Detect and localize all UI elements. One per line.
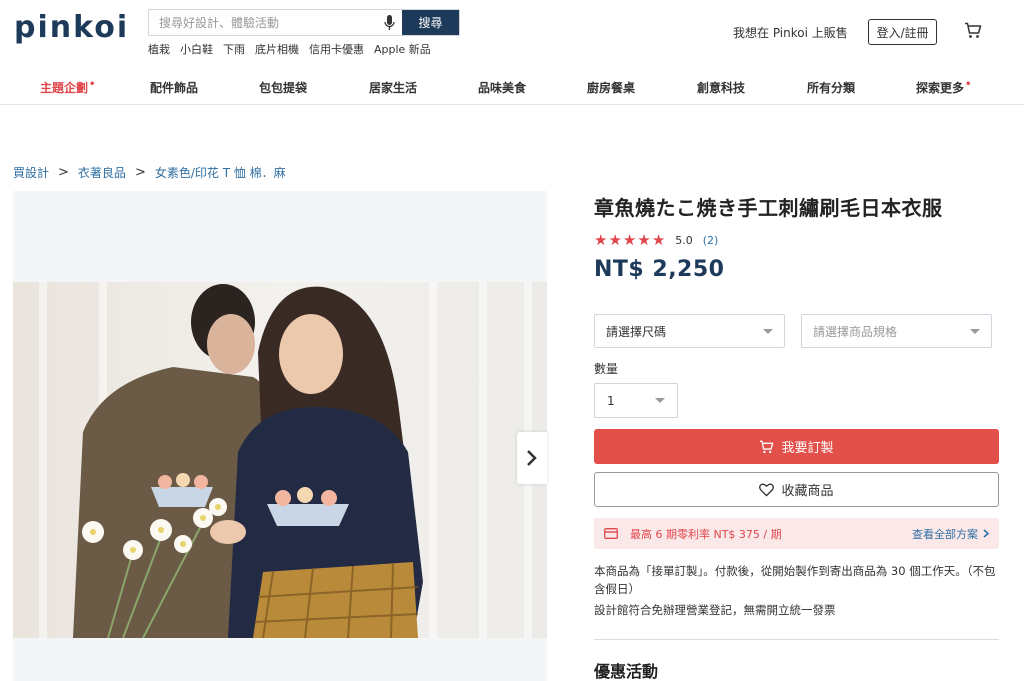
breadcrumb-separator: >: [134, 165, 146, 180]
quantity-value: 1: [607, 393, 615, 408]
product-photo[interactable]: [13, 282, 547, 638]
rating-score: 5.0: [675, 234, 693, 247]
promotions-heading: 優惠活動: [594, 662, 659, 681]
gallery-next-button[interactable]: [517, 432, 547, 484]
spec-select-label: 請選擇商品規格: [813, 324, 898, 339]
size-select-label: 請選擇尺碼: [606, 324, 667, 339]
nav-item-tech[interactable]: 創意科技: [697, 79, 745, 96]
product-title: 章魚燒たこ焼き手工刺繡刷毛日本衣服: [594, 196, 943, 220]
new-dot: •: [89, 79, 96, 90]
size-select[interactable]: 請選擇尺碼: [594, 314, 785, 348]
quick-link[interactable]: 下雨: [223, 41, 245, 57]
heart-icon: [759, 483, 775, 496]
quick-links: 植栽 小白鞋 下雨 底片相機 信用卡優惠 Apple 新品: [148, 41, 431, 57]
star-icon: ★: [594, 231, 608, 249]
chevron-right-icon: [983, 529, 989, 538]
nav-item-explore[interactable]: 探索更多•: [916, 79, 971, 96]
caret-down-icon: [655, 398, 665, 403]
new-dot: •: [965, 79, 972, 90]
nav-item-accessories[interactable]: 配件飾品: [150, 79, 198, 96]
rating: ★ ★ ★ ★ ★ 5.0 (2): [594, 233, 718, 248]
breadcrumb: 買設計 > 衣著良品 > 女素色/印花 T 恤 棉．麻: [13, 164, 286, 181]
quantity-select[interactable]: 1: [594, 383, 678, 418]
star-icon: ★: [622, 231, 637, 249]
quick-link[interactable]: Apple 新品: [374, 41, 431, 57]
breadcrumb-separator: >: [58, 165, 69, 180]
search-button[interactable]: 搜尋: [402, 10, 459, 35]
caret-down-icon: [970, 328, 980, 334]
credit-card-icon: [604, 528, 618, 539]
divider: [594, 639, 999, 640]
registration-note: 設計館符合免辦理營業登記，無需開立統一發票: [594, 603, 836, 617]
chevron-right-icon: [527, 450, 537, 466]
installment-text: 最高 6 期零利率 NT$ 375 / 期: [630, 527, 782, 541]
pinkoi-logo[interactable]: pinkoi: [14, 12, 129, 44]
cart-icon: [760, 440, 774, 453]
quick-link[interactable]: 植栽: [148, 41, 170, 57]
favorite-button[interactable]: 收藏商品: [594, 472, 999, 507]
cart-icon[interactable]: [964, 22, 982, 42]
nav-item-all[interactable]: 所有分類: [807, 79, 855, 96]
star-icon: ★: [651, 231, 666, 249]
nav-item-kitchen[interactable]: 廚房餐桌: [587, 79, 635, 96]
quantity-label: 數量: [594, 362, 619, 376]
nav-item-home[interactable]: 居家生活: [369, 79, 417, 96]
product-gallery: [13, 191, 547, 681]
rating-count-link[interactable]: (2): [703, 234, 719, 247]
breadcrumb-item[interactable]: 買設計: [13, 164, 49, 181]
search-input[interactable]: [149, 10, 376, 35]
made-to-order-note: 本商品為「接單訂製」。付款後，從開始製作到寄出商品為 30 個工作天。（不包含假…: [594, 564, 996, 596]
favorite-button-label: 收藏商品: [781, 484, 834, 499]
microphone-icon[interactable]: [376, 10, 402, 35]
quick-link[interactable]: 小白鞋: [180, 41, 213, 57]
spec-select[interactable]: 請選擇商品規格: [801, 314, 992, 348]
breadcrumb-item[interactable]: 女素色/印花 T 恤 棉．麻: [155, 164, 286, 181]
quick-link[interactable]: 信用卡優惠: [309, 41, 364, 57]
product-price: NT$ 2,250: [594, 257, 725, 282]
sell-on-pinkoi-link[interactable]: 我想在 Pinkoi 上販售: [733, 24, 848, 41]
breadcrumb-item[interactable]: 衣著良品: [78, 164, 126, 181]
star-icon: ★: [608, 231, 622, 249]
order-button-label: 我要訂製: [781, 441, 834, 456]
nav-item-bags[interactable]: 包包提袋: [259, 79, 307, 96]
quick-link[interactable]: 底片相機: [255, 41, 299, 57]
login-button[interactable]: 登入/註冊: [868, 19, 937, 45]
nav-item-food[interactable]: 品味美食: [478, 79, 526, 96]
order-button[interactable]: 我要訂製: [594, 429, 999, 464]
installment-banner: 最高 6 期零利率 NT$ 375 / 期 查看全部方案: [594, 518, 999, 549]
nav-item-featured[interactable]: 主題企劃•: [40, 79, 95, 96]
caret-down-icon: [763, 328, 773, 334]
category-nav: 主題企劃• 配件飾品 包包提袋 居家生活 品味美食 廚房餐桌 創意科技 所有分類…: [0, 74, 1024, 105]
star-icon: ★: [637, 231, 651, 249]
view-all-plans-link[interactable]: 查看全部方案: [912, 526, 989, 542]
search-bar: 搜尋: [148, 9, 460, 36]
